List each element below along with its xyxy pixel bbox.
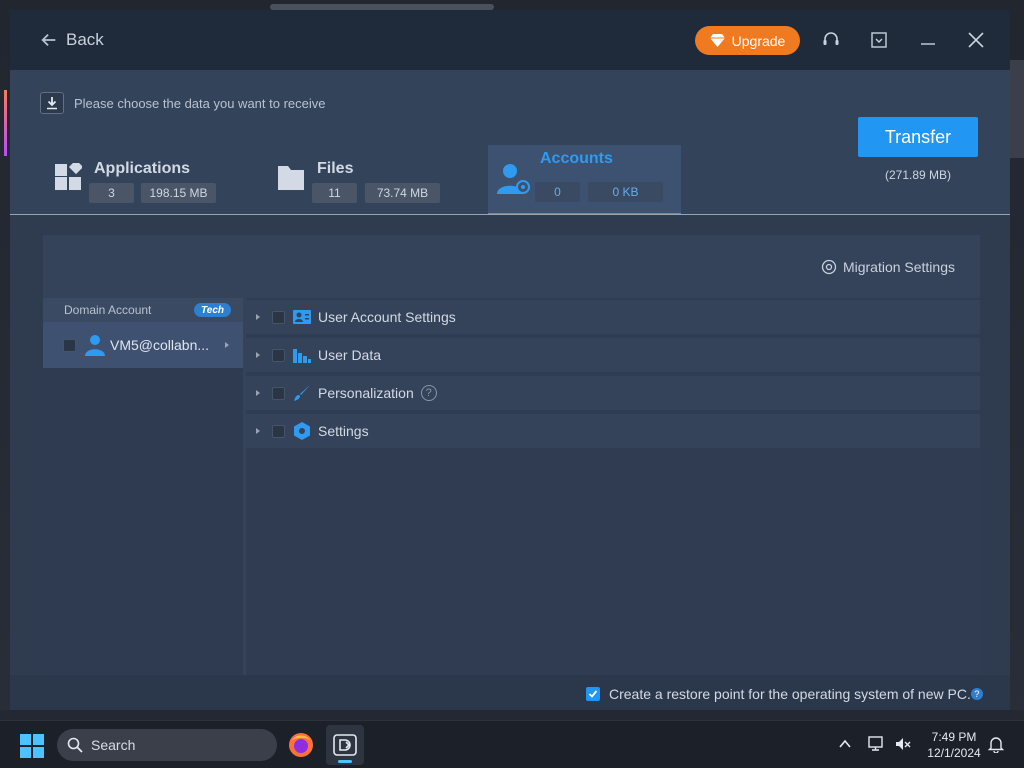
chevron-right-icon (225, 342, 230, 348)
close-icon[interactable] (965, 29, 987, 51)
item-checkbox[interactable] (272, 386, 285, 400)
search-label: Search (91, 737, 136, 753)
account-checkbox[interactable] (63, 338, 76, 352)
help-icon[interactable]: ? (420, 385, 437, 401)
account-items-pane: User Account Settings User Data Personal… (246, 298, 980, 675)
easeus-todo-pctrans-taskbar-icon[interactable] (326, 725, 364, 765)
total-transfer-size: (271.89 MB) (884, 168, 952, 182)
arrow-left-icon (41, 33, 56, 47)
category-size: 198.15 MB (141, 183, 216, 203)
help-icon[interactable]: ? (970, 688, 983, 700)
expand-arrow-icon[interactable] (256, 314, 260, 320)
back-button[interactable]: Back (40, 30, 104, 50)
clock-date: 12/1/2024 (927, 746, 981, 760)
paintbrush-icon (293, 384, 311, 402)
volume-muted-icon[interactable] (894, 735, 912, 758)
account-name: VM5@collabn... (110, 337, 210, 353)
selection-header: Please choose the data you want to recei… (10, 70, 1010, 215)
category-title: Accounts (540, 150, 613, 167)
item-checkbox[interactable] (272, 424, 285, 438)
back-label: Back (66, 30, 104, 49)
windows-start-icon[interactable] (20, 734, 44, 763)
active-indicator (338, 760, 352, 763)
minimize-icon[interactable] (917, 29, 939, 51)
header-divider (10, 214, 1010, 215)
migration-settings-button[interactable]: Migration Settings (821, 259, 955, 275)
category-title: Applications (94, 160, 191, 177)
domain-account-header: Domain Account Tech (43, 298, 243, 322)
item-row-settings[interactable]: Settings (246, 414, 980, 448)
taskbar-search[interactable]: Search (57, 729, 277, 761)
category-count: 3 (89, 183, 134, 203)
item-checkbox[interactable] (272, 348, 285, 362)
gear-icon (821, 259, 837, 275)
transfer-button[interactable]: Transfer (858, 117, 978, 157)
user-icon (84, 334, 106, 356)
category-accounts[interactable]: Accounts 0 0 KB (488, 145, 681, 215)
diamond-icon (709, 34, 725, 47)
system-clock[interactable]: 7:49 PM 12/1/2024 (920, 729, 988, 761)
category-size: 73.74 MB (365, 183, 440, 203)
menu-dropdown-icon[interactable] (868, 29, 890, 51)
expand-arrow-icon[interactable] (256, 390, 260, 396)
background-window-edge-right (1010, 60, 1024, 158)
support-headset-icon[interactable] (820, 29, 842, 51)
domain-account-label: Domain Account (64, 303, 152, 317)
user-gear-icon (497, 163, 531, 200)
upgrade-label: Upgrade (731, 32, 786, 49)
checkmark-icon (588, 690, 598, 698)
item-label: User Account Settings (318, 309, 456, 325)
title-bar: Back Upgrade (10, 10, 1010, 70)
firefox-icon[interactable] (288, 732, 314, 763)
tech-badge: Tech (194, 303, 231, 317)
upgrade-button[interactable]: Upgrade (695, 26, 800, 55)
notification-bell-icon[interactable] (987, 735, 1005, 758)
footer-bar: Create a restore point for the operating… (10, 675, 1010, 710)
item-checkbox[interactable] (272, 310, 285, 324)
account-list-pane: Domain Account Tech VM5@collabn... (43, 298, 243, 675)
hint-text: Please choose the data you want to recei… (74, 95, 326, 111)
expand-arrow-icon[interactable] (256, 428, 260, 434)
folder-icon (277, 165, 305, 196)
category-title: Files (317, 160, 354, 177)
category-count: 11 (312, 183, 357, 203)
restore-point-option[interactable]: Create a restore point for the operating… (586, 686, 983, 702)
bar-chart-icon (293, 346, 311, 364)
migration-settings-label: Migration Settings (842, 259, 955, 275)
item-row-user-account-settings[interactable]: User Account Settings (246, 300, 980, 334)
category-applications[interactable]: Applications 3 198.15 MB (50, 145, 250, 215)
account-row[interactable]: VM5@collabn... (43, 322, 243, 368)
search-icon (67, 737, 83, 753)
category-count: 0 (535, 182, 580, 202)
network-icon[interactable] (868, 735, 886, 758)
taskbar: Search 7:49 PM 12/1/2024 (0, 720, 1024, 768)
item-label: Settings (318, 423, 369, 439)
category-files[interactable]: Files 11 73.74 MB (272, 145, 472, 215)
restore-point-checkbox[interactable] (586, 687, 600, 701)
item-label: User Data (318, 347, 382, 363)
category-size: 0 KB (588, 182, 663, 202)
clock-time: 7:49 PM (931, 730, 977, 744)
id-card-icon (293, 308, 311, 326)
item-label: Personalization (318, 385, 414, 401)
selection-panel: Migration Settings Domain Account Tech V… (43, 235, 980, 675)
app-window: Back Upgrade Please choose the data you … (10, 10, 1010, 710)
item-row-personalization[interactable]: Personalization ? (246, 376, 980, 410)
background-windows-strip (0, 710, 1024, 720)
restore-point-label: Create a restore point for the operating… (609, 686, 971, 702)
settings-hexagon-icon (293, 422, 311, 440)
instruction-hint: Please choose the data you want to recei… (40, 92, 326, 114)
apps-grid-icon (54, 159, 84, 196)
desktop-wallpaper-fragment (4, 90, 7, 156)
item-row-user-data[interactable]: User Data (246, 338, 980, 372)
expand-arrow-icon[interactable] (256, 352, 260, 358)
download-icon (40, 92, 64, 114)
chevron-up-icon[interactable] (838, 737, 852, 756)
